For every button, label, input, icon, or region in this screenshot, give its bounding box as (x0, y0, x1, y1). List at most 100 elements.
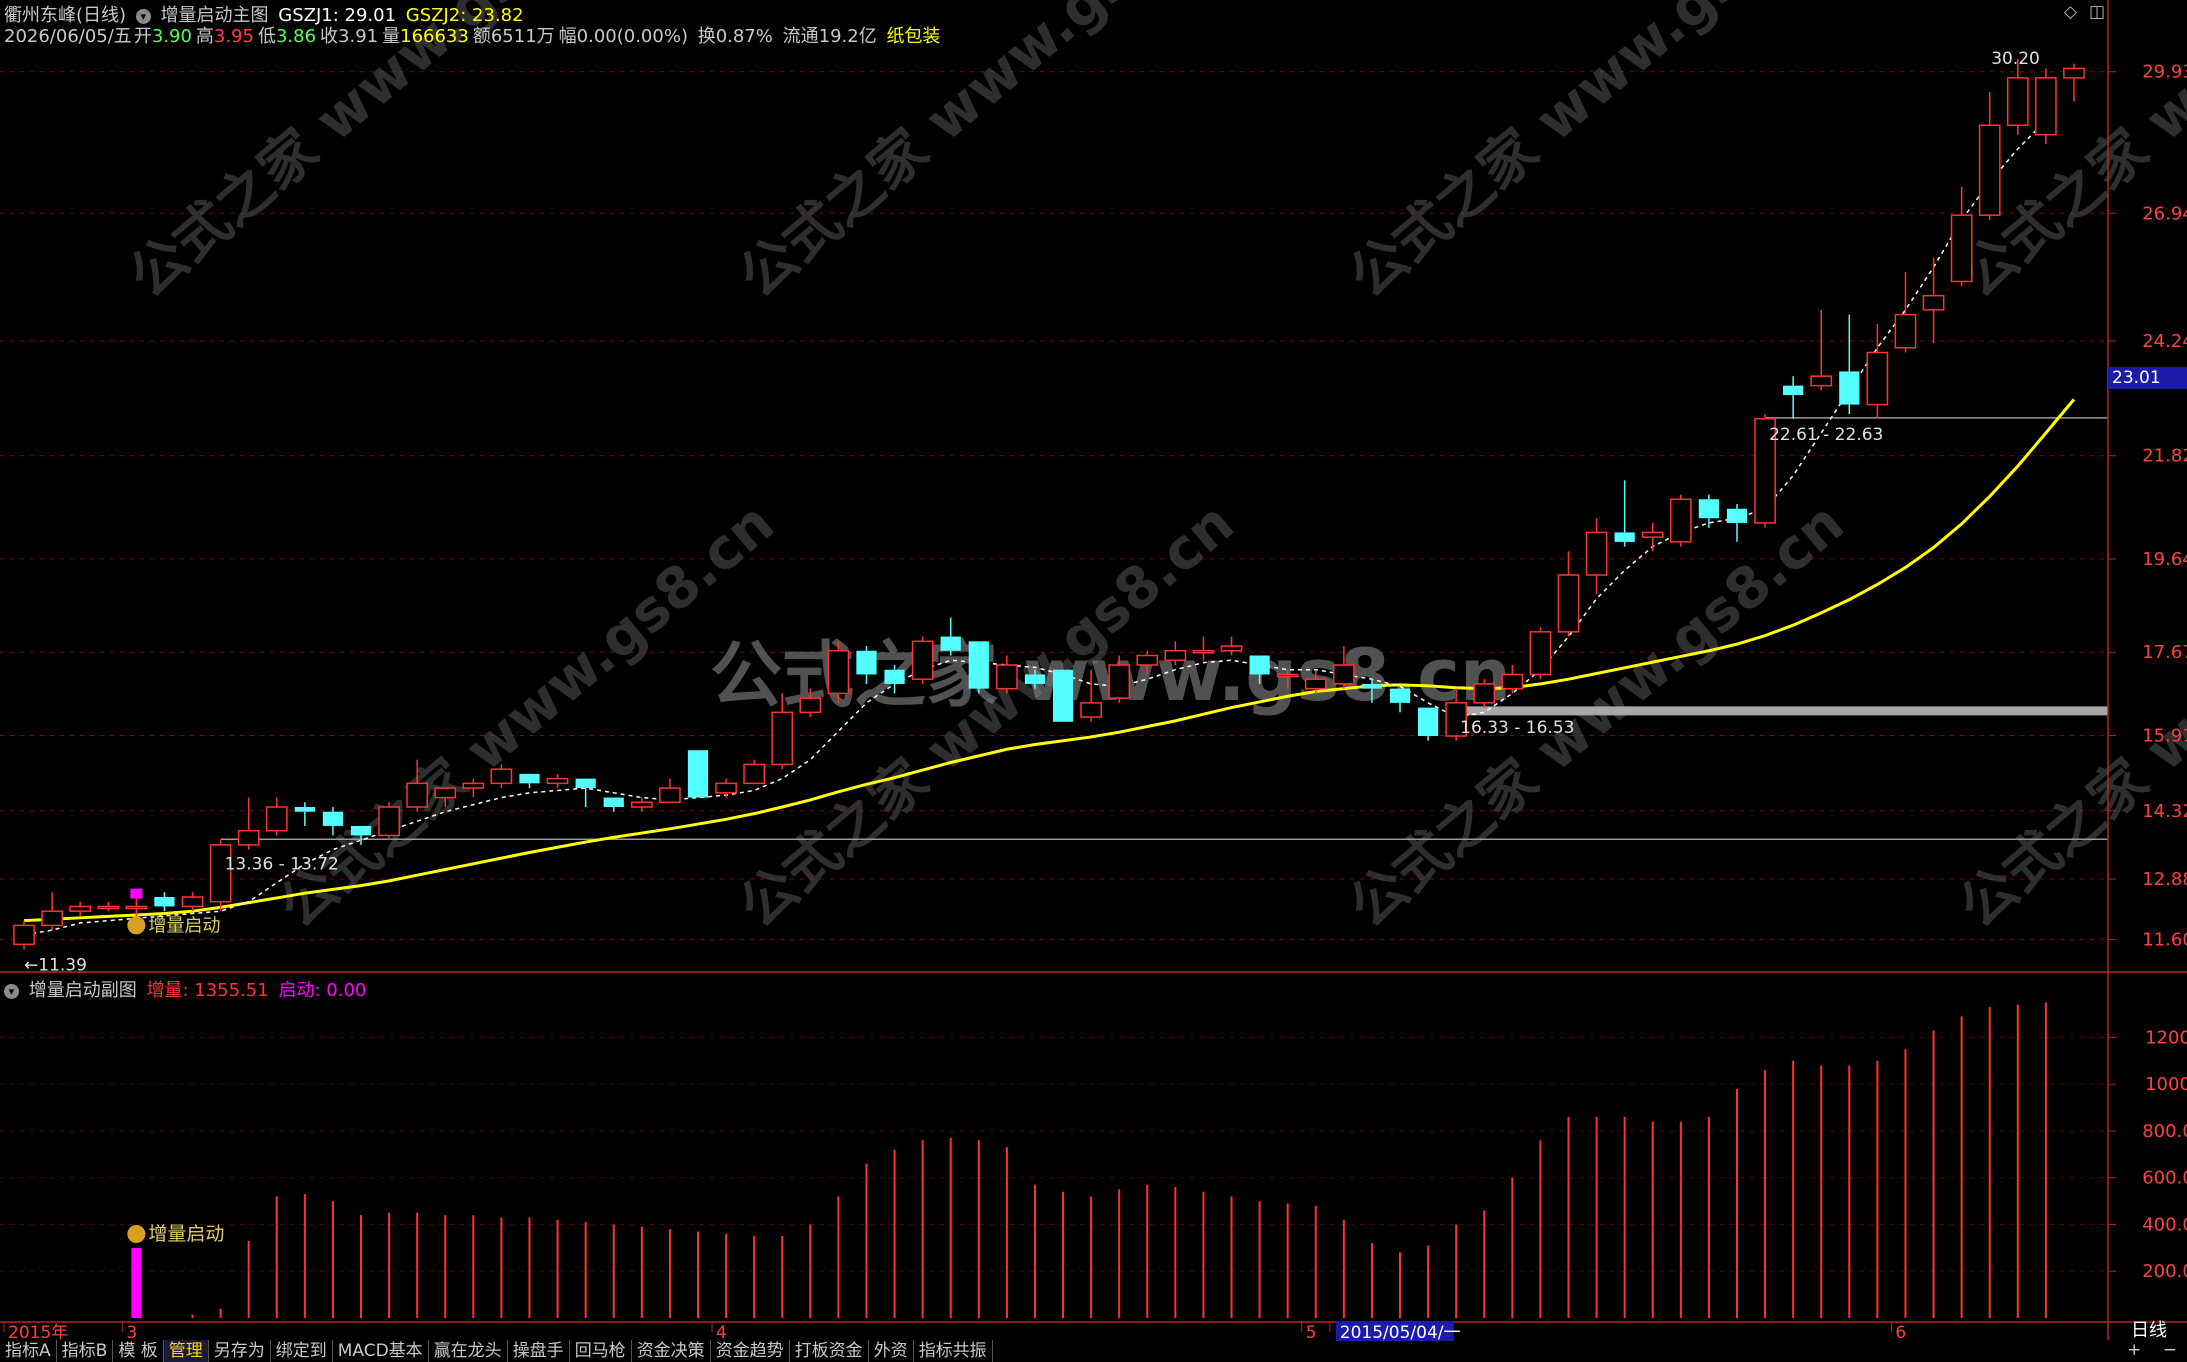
range-label: 幅 (558, 26, 577, 47)
candle-body-down (1698, 499, 1720, 519)
tab-9[interactable]: 回马枪 (570, 1340, 632, 1362)
tab-8[interactable]: 操盘手 (508, 1340, 570, 1362)
tab-2[interactable]: 模 板 (113, 1340, 164, 1362)
candle-body-up (1192, 650, 1215, 654)
candle-body-up (1080, 702, 1102, 718)
watermark-text: 公式之家 www.gs8.cn (1337, 0, 1856, 311)
candle-body-up (1950, 214, 1973, 283)
candle-body-up (97, 905, 120, 910)
candle-body-up (69, 905, 92, 912)
candle-body-down (1614, 532, 1635, 542)
tab-13[interactable]: 外资 (869, 1340, 914, 1362)
candle-body-up (546, 777, 569, 785)
candle-body-up (827, 650, 850, 695)
candle-body-up (434, 787, 457, 799)
tab-1[interactable]: 指标B (57, 1340, 114, 1362)
signal-coin-icon-main (127, 916, 146, 935)
y-tick-label-sub: 1000 (2145, 1074, 2187, 1095)
tab-5[interactable]: 绑定到 (271, 1340, 333, 1362)
candle-body-down (884, 669, 905, 684)
candle-body-up (125, 905, 148, 910)
vol-value: 166633 (400, 26, 469, 47)
y-tick-label-main: 17.67 (2142, 642, 2187, 663)
quote-header: 2026/06/05/五 开3.90 高3.95 低3.86 收3.91 量166633 额… (4, 22, 944, 48)
zoom-controls: + − (2111, 1340, 2177, 1360)
sub-header: ▾ 增量启动副图 增量: 1355.51 启动: 0.00 (4, 976, 370, 1002)
high-value: 3.95 (213, 26, 254, 47)
candle-body-up (1220, 645, 1243, 652)
close-label: 收 (320, 26, 339, 47)
settings-circle-icon[interactable]: ▾ (4, 983, 19, 999)
y-tick-label-main: 21.82 (2142, 446, 2187, 467)
candle-body-up (771, 711, 794, 766)
candle-body-up (996, 664, 1018, 690)
high-label: 高 (195, 26, 214, 47)
candle-body-up (1136, 654, 1159, 666)
diamond-icon[interactable]: ◇ (2064, 2, 2077, 22)
tab-7[interactable]: 赢在龙头 (429, 1340, 508, 1362)
window-icon[interactable]: ◫ (2089, 2, 2105, 22)
tab-12[interactable]: 打板资金 (790, 1340, 869, 1362)
low-value: 3.86 (275, 26, 317, 47)
candle-body-down (322, 811, 344, 826)
vol-label: 量 (382, 26, 401, 47)
candle-body-up (265, 806, 288, 832)
candle-body-up (659, 787, 681, 804)
candle-body-down (294, 807, 315, 812)
tab-14[interactable]: 指标共振 (914, 1340, 993, 1362)
candle-body-down (154, 896, 175, 907)
candle-body-up (1304, 678, 1327, 690)
range-value: 0.00(0.00%) (576, 26, 688, 47)
candle-body-up (41, 910, 63, 927)
tab-6[interactable]: MACD基本 (333, 1340, 429, 1362)
candle-body-up (2063, 67, 2085, 79)
candle-body-down (1052, 669, 1074, 722)
candle-body-up (1557, 574, 1580, 633)
zoom-out-button[interactable]: − (2163, 1340, 2177, 1360)
y-tick-label-main: 11.60 (2142, 930, 2187, 951)
candle-body-down (603, 797, 624, 808)
signal-label-sub: 增量启动 (148, 1223, 224, 1245)
window-controls: ◇ ◫ (2052, 2, 2105, 22)
price-annotation: 13.36 - 13.72 (225, 855, 339, 875)
tab-0[interactable]: 指标A (0, 1340, 57, 1362)
sector-tag[interactable]: 纸包装 (886, 26, 940, 47)
candle-body-down (1389, 688, 1411, 703)
candle-body-up (911, 640, 934, 680)
candle-body-up (715, 782, 737, 794)
candle-body-up (1866, 351, 1889, 406)
y-tick-label-main: 24.24 (2142, 331, 2187, 352)
candle-body-down (1417, 707, 1439, 736)
price-annotation: ←11.39 (24, 956, 87, 976)
candle-body-up (743, 763, 766, 785)
candle-body-up (1276, 673, 1299, 678)
tab-3[interactable]: 管理 (163, 1340, 209, 1362)
amt-label: 额 (472, 26, 491, 47)
float-cap: 流通19.2亿 (782, 26, 877, 47)
candle-body-down (1249, 655, 1270, 675)
signal-label-main: 增量启动 (148, 915, 220, 936)
sub-title[interactable]: 增量启动副图 (29, 980, 137, 1001)
tab-4[interactable]: 另存为 (209, 1340, 271, 1362)
candle-body-up (1585, 531, 1608, 576)
low-label: 低 (257, 26, 276, 47)
candle-body-up (1894, 313, 1917, 349)
signal-bar-sub (131, 1248, 142, 1318)
tab-10[interactable]: 资金决策 (632, 1340, 711, 1362)
tab-11[interactable]: 资金趋势 (711, 1340, 790, 1362)
qd-value: 0.00 (326, 980, 367, 1001)
indicator-bars (135, 1002, 2047, 1318)
price-annotation: 22.61 - 22.63 (1769, 425, 1883, 445)
open-label: 开 (133, 26, 152, 47)
y-tick-label-main: 19.64 (2142, 549, 2187, 570)
zl-label: 增量: (146, 980, 189, 1001)
candle-body-up (630, 801, 653, 808)
zoom-in-button[interactable]: + (2127, 1340, 2141, 1360)
turnover: 换0.87% (697, 26, 773, 47)
zl-value: 1355.51 (194, 980, 269, 1001)
candle-body-up (1332, 664, 1355, 685)
candle-body-up (1473, 683, 1496, 704)
y-tick-label-main: 26.94 (2142, 203, 2187, 224)
candle-body-down (1783, 385, 1804, 396)
period-label[interactable]: 日线 (2131, 1316, 2167, 1342)
